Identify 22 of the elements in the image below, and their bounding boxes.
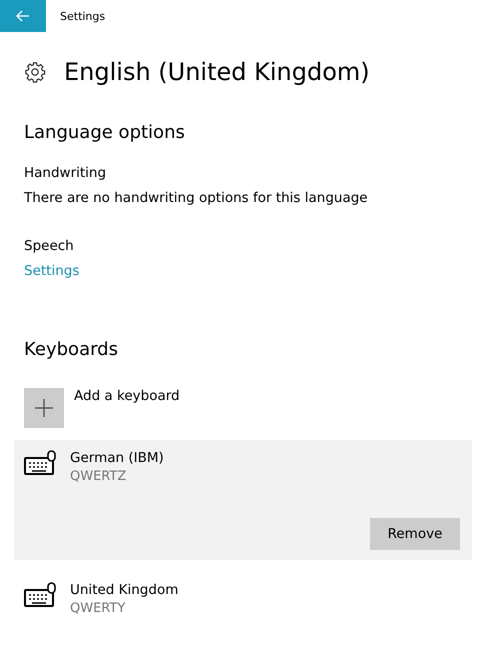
section-heading: Language options [24, 122, 186, 143]
add-keyboard-label[interactable]: Add a keyboard [74, 388, 180, 404]
keyboard-name: United Kingdom [70, 582, 178, 598]
page-title: English (United Kingdom) [64, 58, 370, 86]
window-title: Settings [60, 10, 106, 22]
keyboard-item[interactable]: German (IBM) QWERTZ Remove [14, 440, 472, 560]
handwriting-text: There are no handwriting options for this language [24, 190, 369, 206]
keyboard-layout: QWERTZ [70, 469, 128, 484]
settings-icon [24, 61, 46, 83]
keyboard-icon [24, 582, 56, 608]
settings-link[interactable]: Settings [24, 263, 80, 279]
handwriting-label: Handwriting [24, 165, 108, 181]
keyboard-name: German (IBM) [70, 450, 164, 466]
keyboard-item[interactable]: United Kingdom QWERTY [14, 572, 472, 626]
section-heading: Keyboards [24, 339, 119, 360]
remove-button[interactable]: Remove [370, 518, 460, 550]
keyboard-icon [24, 450, 56, 476]
plus-icon [35, 399, 53, 417]
add-keyboard-button[interactable] [24, 388, 64, 428]
keyboard-layout: QWERTY [70, 601, 126, 616]
back-arrow-icon [16, 10, 30, 22]
speech-label: Speech [24, 238, 75, 254]
